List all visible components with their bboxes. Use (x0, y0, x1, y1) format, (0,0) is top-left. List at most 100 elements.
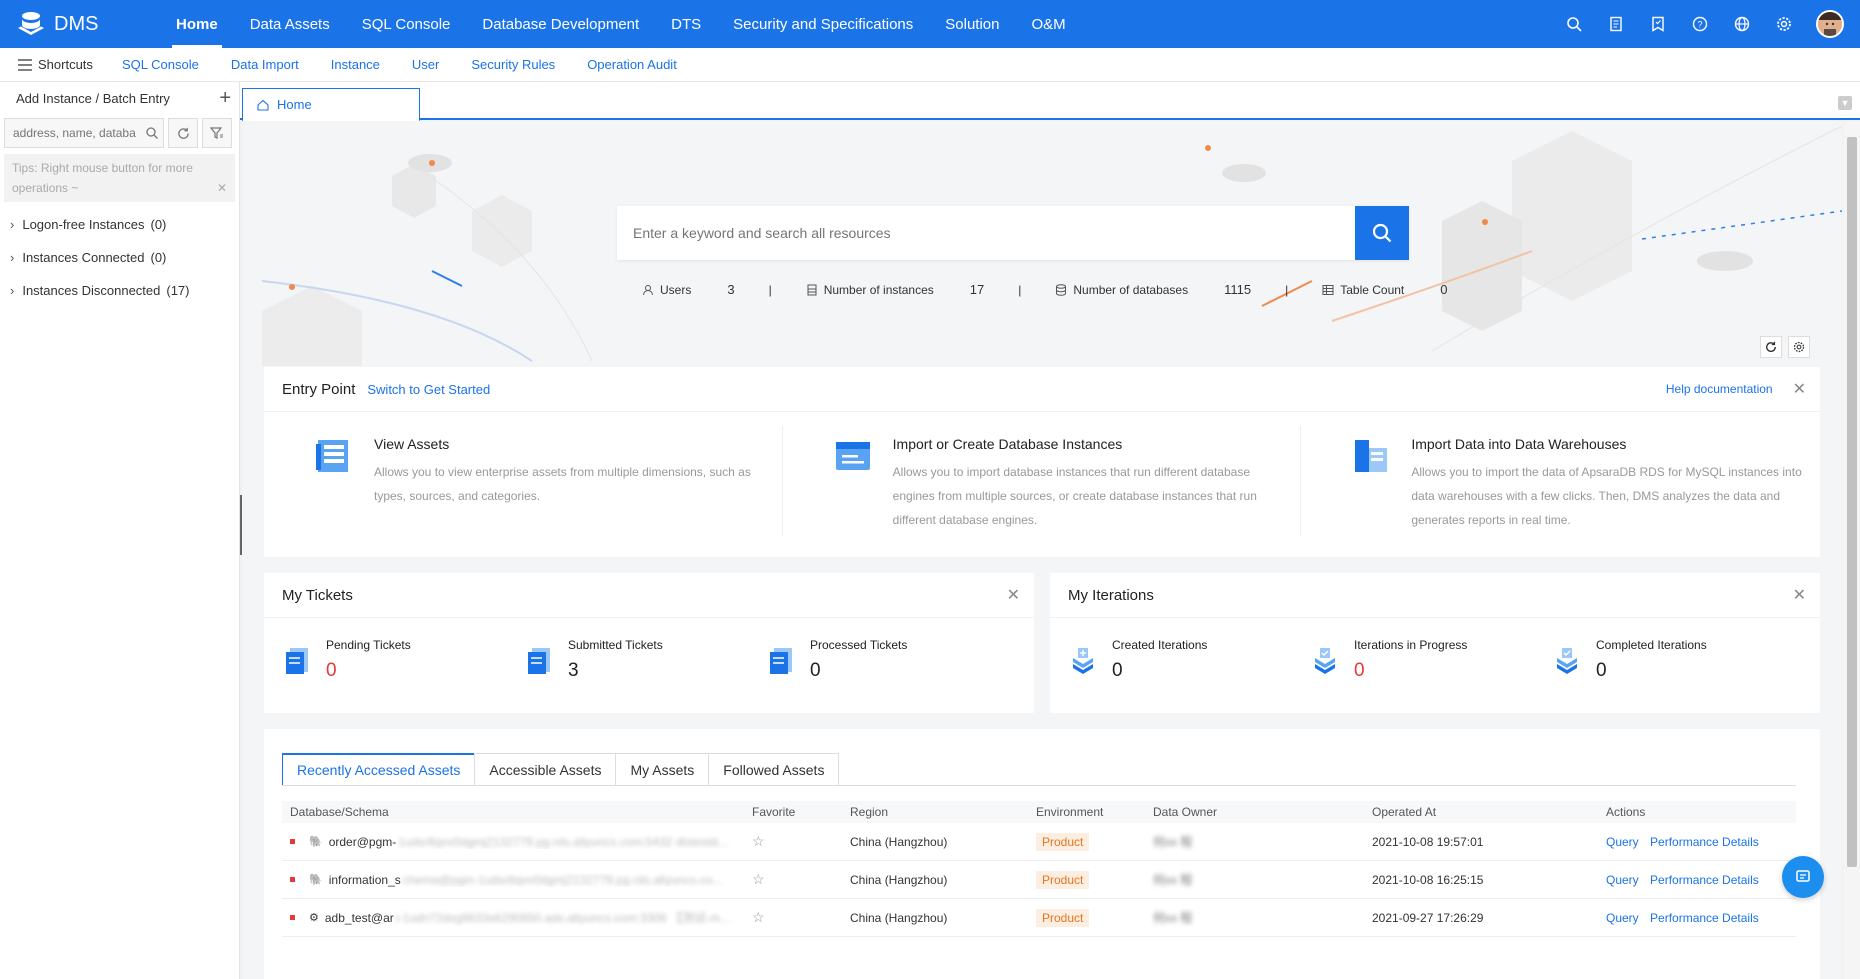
tab-accessible-assets[interactable]: Accessible Assets (474, 753, 617, 785)
col-favorite: Favorite (752, 805, 796, 819)
nav-sql-console[interactable]: SQL Console (346, 0, 467, 48)
cell-database[interactable]: ⚙ adb_test@ar i-1udn72dvg8633x6290650.ads… (282, 909, 752, 926)
performance-details-link[interactable]: Performance Details (1650, 835, 1759, 849)
tab-followed-assets[interactable]: Followed Assets (708, 753, 840, 785)
cell-region: China (Hangzhou) (850, 872, 948, 887)
filter-button[interactable] (202, 118, 232, 148)
entry-desc: Allows you to import the data of ApsaraD… (1411, 465, 1802, 527)
user-icon (643, 284, 653, 295)
global-search-button[interactable] (1355, 206, 1409, 260)
add-instance-plus-icon[interactable]: + (219, 87, 231, 110)
feedback-chat-button[interactable] (1782, 856, 1824, 898)
page-scrollbar[interactable] (1844, 121, 1860, 979)
my-tickets-title: My Tickets (282, 586, 353, 604)
ticket-submitted[interactable]: Submitted Tickets 3 (526, 638, 768, 682)
shortcut-user[interactable]: User (396, 57, 455, 72)
tree-disconnected[interactable]: › Instances Disconnected (17) (0, 274, 239, 307)
bookmark-icon[interactable] (1648, 14, 1668, 34)
shortcut-data-import[interactable]: Data Import (215, 57, 315, 72)
cell-database[interactable]: 🐘 information_s chema@pgm-1udsr8qvv0dgmj2… (282, 873, 752, 887)
ticket-processed[interactable]: Processed Tickets 0 (768, 638, 1010, 682)
dms-logo[interactable]: DMS (0, 10, 160, 38)
query-link[interactable]: Query (1606, 873, 1639, 887)
stat-users: Users 3 (642, 282, 735, 297)
entry-title: View Assets (374, 436, 450, 452)
ticket-icon (770, 648, 792, 674)
tree-logon-free[interactable]: › Logon-free Instances (0) (0, 208, 239, 241)
document-icon[interactable] (1606, 14, 1626, 34)
ticket-label: Processed Tickets (810, 638, 908, 652)
query-link[interactable]: Query (1606, 911, 1639, 925)
star-icon[interactable]: ☆ (752, 833, 765, 849)
table-row: ⚙ adb_test@ar i-1udn72dvg8633x6290650.ads… (282, 899, 1796, 937)
instance-search-input[interactable] (4, 118, 164, 148)
ticket-pending[interactable]: Pending Tickets 0 (284, 638, 526, 682)
tab-dropdown-button[interactable]: ▼ (1838, 96, 1852, 110)
dms-logo-icon (18, 12, 44, 35)
stat-value: 17 (969, 282, 985, 297)
tree-connected[interactable]: › Instances Connected (0) (0, 241, 239, 274)
star-icon[interactable]: ☆ (752, 909, 765, 925)
tab-my-assets[interactable]: My Assets (615, 753, 710, 785)
tab-home[interactable]: Home (242, 88, 420, 122)
db-name-blurred: 1udsr8qvv0dgmj2132779.pg.rds.aliyuncs.co… (398, 834, 728, 849)
scrollbar-thumb[interactable] (1847, 137, 1857, 867)
cell-database[interactable]: 🐘 order@pgm- 1udsr8qvv0dgmj2132779.pg.rds… (282, 835, 752, 849)
nav-security[interactable]: Security and Specifications (717, 0, 929, 48)
sidebar-tip: Tips: Right mouse button for more operat… (4, 154, 235, 202)
shortcuts-menu[interactable]: Shortcuts (0, 57, 106, 72)
nav-database-development[interactable]: Database Development (466, 0, 655, 48)
iteration-in-progress[interactable]: Iterations in Progress 0 (1312, 638, 1554, 682)
nav-solution[interactable]: Solution (929, 0, 1015, 48)
switch-get-started-link[interactable]: Switch to Get Started (367, 382, 490, 397)
refresh-button[interactable] (168, 118, 198, 148)
my-tickets-actions: ✕ (1007, 585, 1020, 605)
shortcut-bar: Shortcuts SQL Console Data Import Instan… (0, 48, 1860, 82)
gear-icon[interactable] (1774, 14, 1794, 34)
star-icon[interactable]: ☆ (752, 871, 765, 887)
nav-security-label: Security and Specifications (733, 15, 914, 33)
entry-view-assets[interactable]: View Assets Allows you to view enterpris… (264, 426, 783, 536)
add-instance-link[interactable]: Add Instance / Batch Entry (16, 91, 170, 106)
globe-icon[interactable] (1732, 14, 1752, 34)
shortcut-sql-console[interactable]: SQL Console (106, 57, 215, 72)
tab-recently-accessed[interactable]: Recently Accessed Assets (282, 753, 476, 785)
iteration-created[interactable]: Created Iterations 0 (1070, 638, 1312, 682)
help-documentation-link[interactable]: Help documentation (1666, 382, 1773, 396)
shortcut-instance[interactable]: Instance (315, 57, 396, 72)
iteration-icon (1315, 648, 1335, 674)
iteration-completed[interactable]: Completed Iterations 0 (1554, 638, 1796, 682)
my-tickets-card: My Tickets ✕ Pending Tickets 0 Submitted… (264, 573, 1034, 713)
global-search-input[interactable] (617, 206, 1355, 260)
table-row: 🐘 order@pgm- 1udsr8qvv0dgmj2132779.pg.rds… (282, 823, 1796, 861)
shortcut-operation-audit[interactable]: Operation Audit (571, 57, 693, 72)
close-tip-icon[interactable]: ✕ (217, 178, 227, 198)
search-icon (146, 127, 158, 139)
settings-button[interactable] (1788, 336, 1810, 358)
stat-databases: Number of databases 1115 (1055, 282, 1251, 297)
performance-details-link[interactable]: Performance Details (1650, 873, 1759, 887)
nav-database-development-label: Database Development (482, 15, 640, 33)
nav-om[interactable]: O&M (1016, 0, 1082, 48)
cell-favorite: ☆ (752, 871, 850, 888)
db-name: information_s (328, 872, 401, 887)
refresh-button[interactable] (1760, 336, 1782, 358)
shortcut-security-rules[interactable]: Security Rules (455, 57, 571, 72)
nav-dts[interactable]: DTS (655, 0, 717, 48)
close-icon[interactable]: ✕ (1793, 585, 1806, 605)
sidebar-search (4, 118, 235, 148)
help-icon[interactable]: ? (1690, 14, 1710, 34)
close-icon[interactable]: ✕ (1007, 585, 1020, 605)
query-link[interactable]: Query (1606, 835, 1639, 849)
user-avatar[interactable] (1816, 10, 1844, 38)
chat-icon (1796, 870, 1810, 882)
close-icon[interactable]: ✕ (1793, 379, 1806, 399)
db-name: order@pgm- (328, 834, 397, 849)
search-icon[interactable] (1564, 14, 1584, 34)
nav-home[interactable]: Home (160, 0, 234, 48)
entry-import-warehouse[interactable]: Import Data into Data Warehouses Allows … (1301, 426, 1820, 536)
table-header: Database/Schema Favorite Region Environm… (282, 801, 1796, 823)
nav-data-assets[interactable]: Data Assets (234, 0, 346, 48)
performance-details-link[interactable]: Performance Details (1650, 911, 1759, 925)
entry-import-instances[interactable]: Import or Create Database Instances Allo… (783, 426, 1302, 536)
